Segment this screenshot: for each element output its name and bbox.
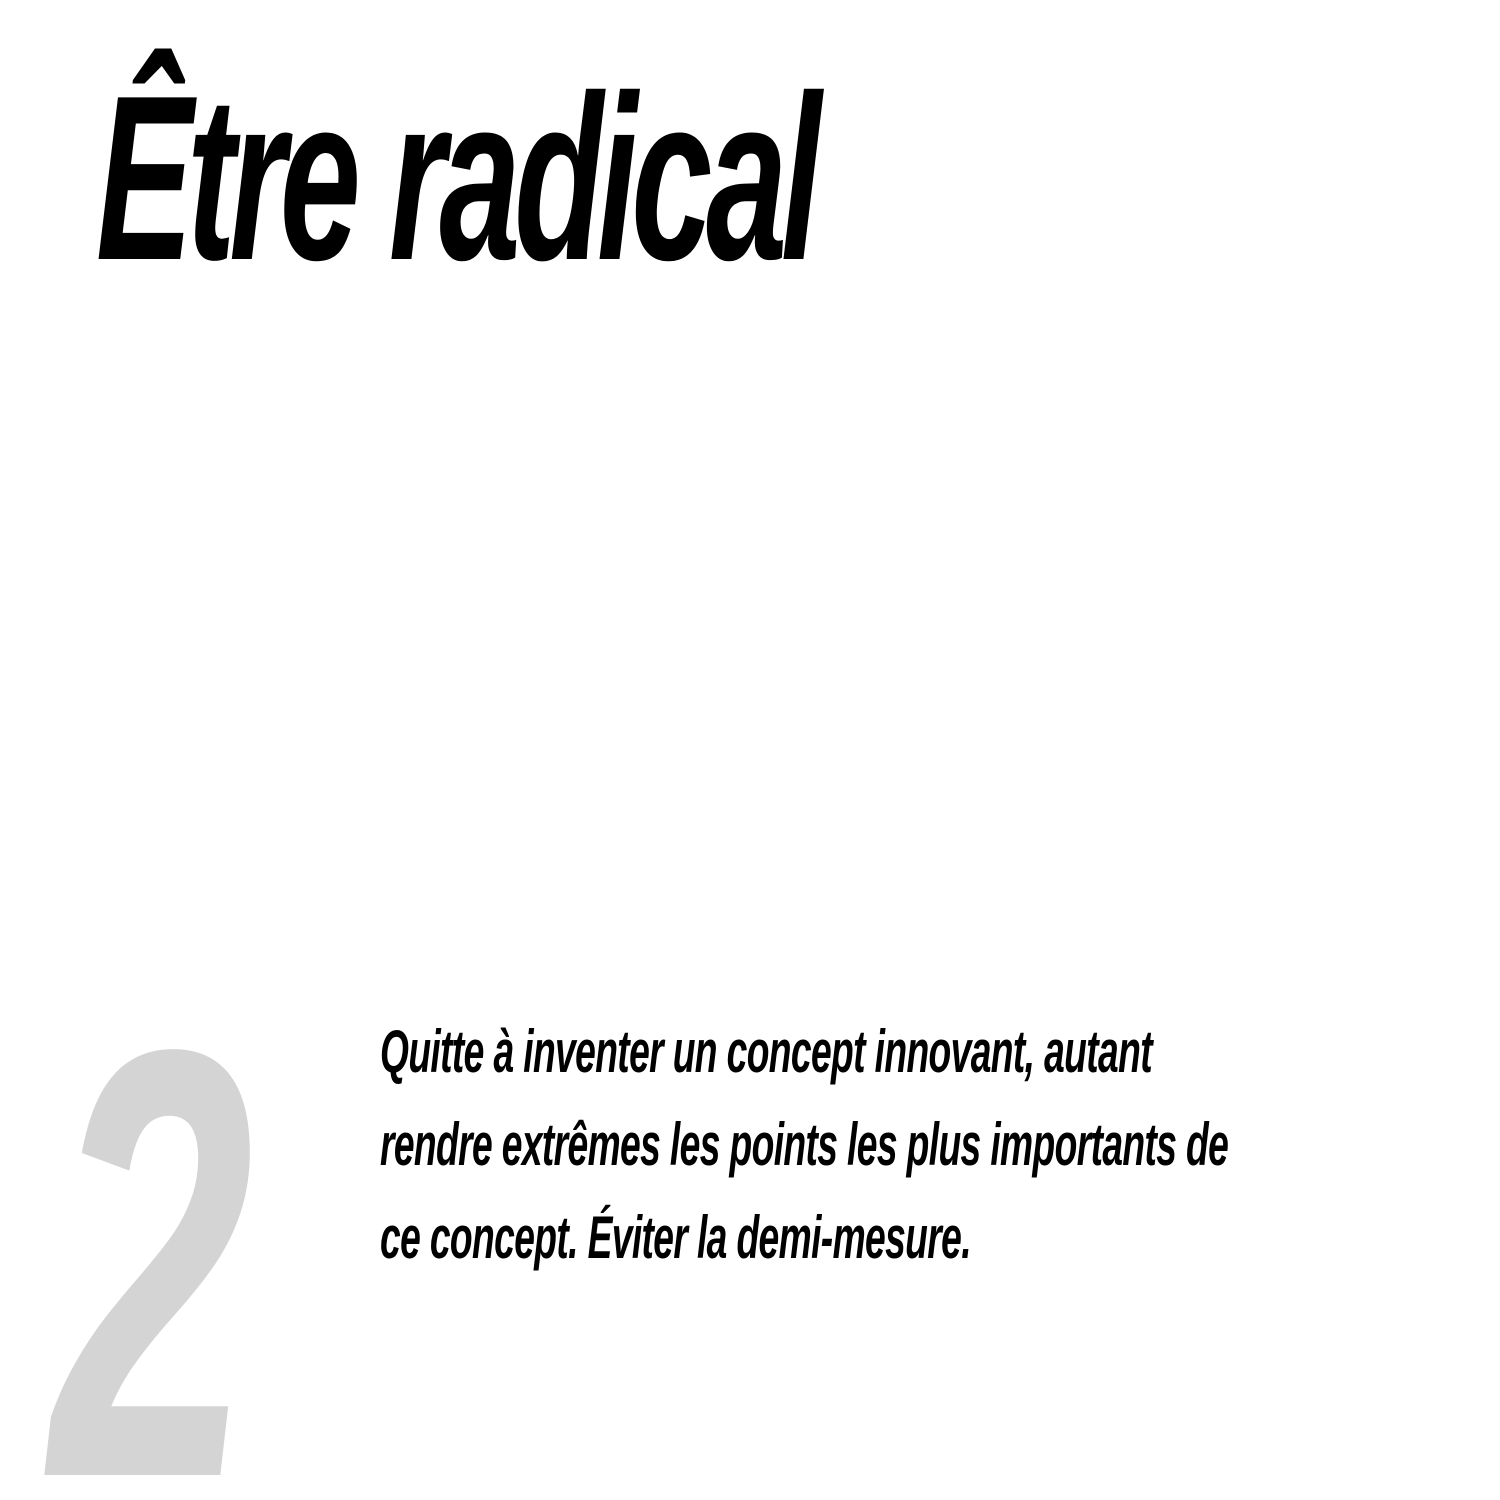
step-number: 2 [50,924,254,1500]
body-line: Quitte à inventer un concept innovant, a… [380,1018,1153,1085]
body-line: ce concept. Éviter la demi-mesure. [380,1204,972,1271]
slide-page: Être radical 2 Quitte à inventer un conc… [0,0,1500,1500]
body-paragraph: Quitte à inventer un concept innovant, a… [380,1005,1397,1284]
body-line: rendre extrêmes les points les plus impo… [380,1111,1229,1178]
page-title: Être radical [96,46,821,309]
